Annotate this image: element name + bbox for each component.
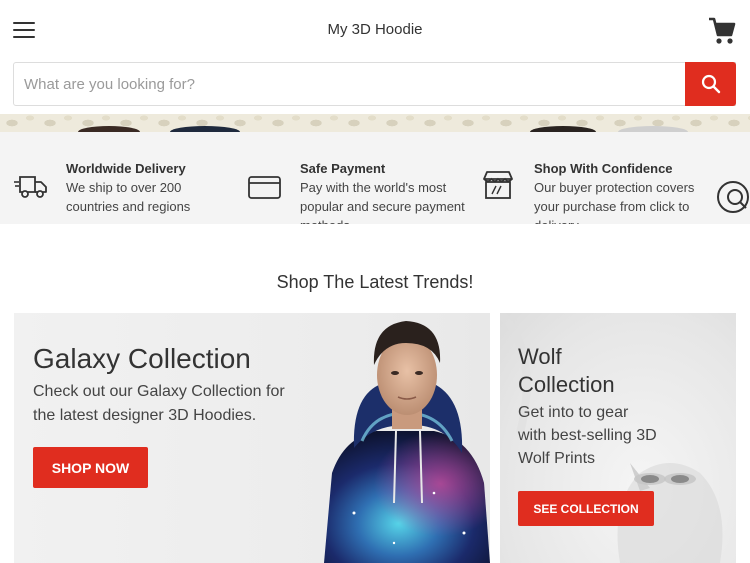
feature-title: Shop With Confidence xyxy=(534,161,673,176)
wolf-collection-card[interactable]: Wolf Collection Get into to gear with be… xyxy=(500,313,736,563)
delivery-truck-icon xyxy=(14,176,47,198)
hero-banner-strip xyxy=(0,114,750,132)
feature-worldwide-delivery: Worldwide Delivery We ship to over 200 c… xyxy=(14,132,224,224)
storefront-icon xyxy=(483,171,513,199)
wolf-collection-description: Get into to gear with best-selling 3D Wo… xyxy=(518,404,657,467)
features-bar: Worldwide Delivery We ship to over 200 c… xyxy=(0,132,750,224)
credit-card-icon xyxy=(248,176,281,199)
shop-now-button[interactable]: SHOP NOW xyxy=(33,447,148,488)
shopping-cart-icon[interactable] xyxy=(708,16,736,46)
site-header: My 3D Hoodie xyxy=(0,0,750,62)
site-title[interactable]: My 3D Hoodie xyxy=(0,21,750,38)
section-title: Shop The Latest Trends! xyxy=(276,272,474,292)
galaxy-collection-card[interactable]: Galaxy Collection Check out our Galaxy C… xyxy=(14,313,490,563)
support-icon xyxy=(717,181,749,213)
see-collection-button[interactable]: SEE COLLECTION xyxy=(518,491,654,526)
feature-description: Pay with the world's most popular and se… xyxy=(300,180,465,224)
search-input[interactable] xyxy=(14,63,687,105)
wolf-collection-title: Wolf Collection xyxy=(518,344,615,397)
feature-shop-with-confidence: Shop With Confidence Our buyer protectio… xyxy=(482,132,702,224)
feature-description: We ship to over 200 countries and region… xyxy=(66,180,191,214)
feature-title: Worldwide Delivery xyxy=(66,161,186,176)
search-icon xyxy=(701,74,720,94)
hoodie-model-image xyxy=(324,321,490,563)
galaxy-collection-description: Check out our Galaxy Collection for the … xyxy=(33,383,285,424)
search-bar xyxy=(13,62,736,106)
galaxy-collection-title: Galaxy Collection xyxy=(33,343,251,374)
feature-title: Safe Payment xyxy=(300,161,386,176)
feature-description: Our buyer protection covers your purchas… xyxy=(534,180,695,224)
feature-safe-payment: Safe Payment Pay with the world's most p… xyxy=(248,132,468,224)
feature-support xyxy=(716,132,750,224)
search-button[interactable] xyxy=(685,62,736,106)
